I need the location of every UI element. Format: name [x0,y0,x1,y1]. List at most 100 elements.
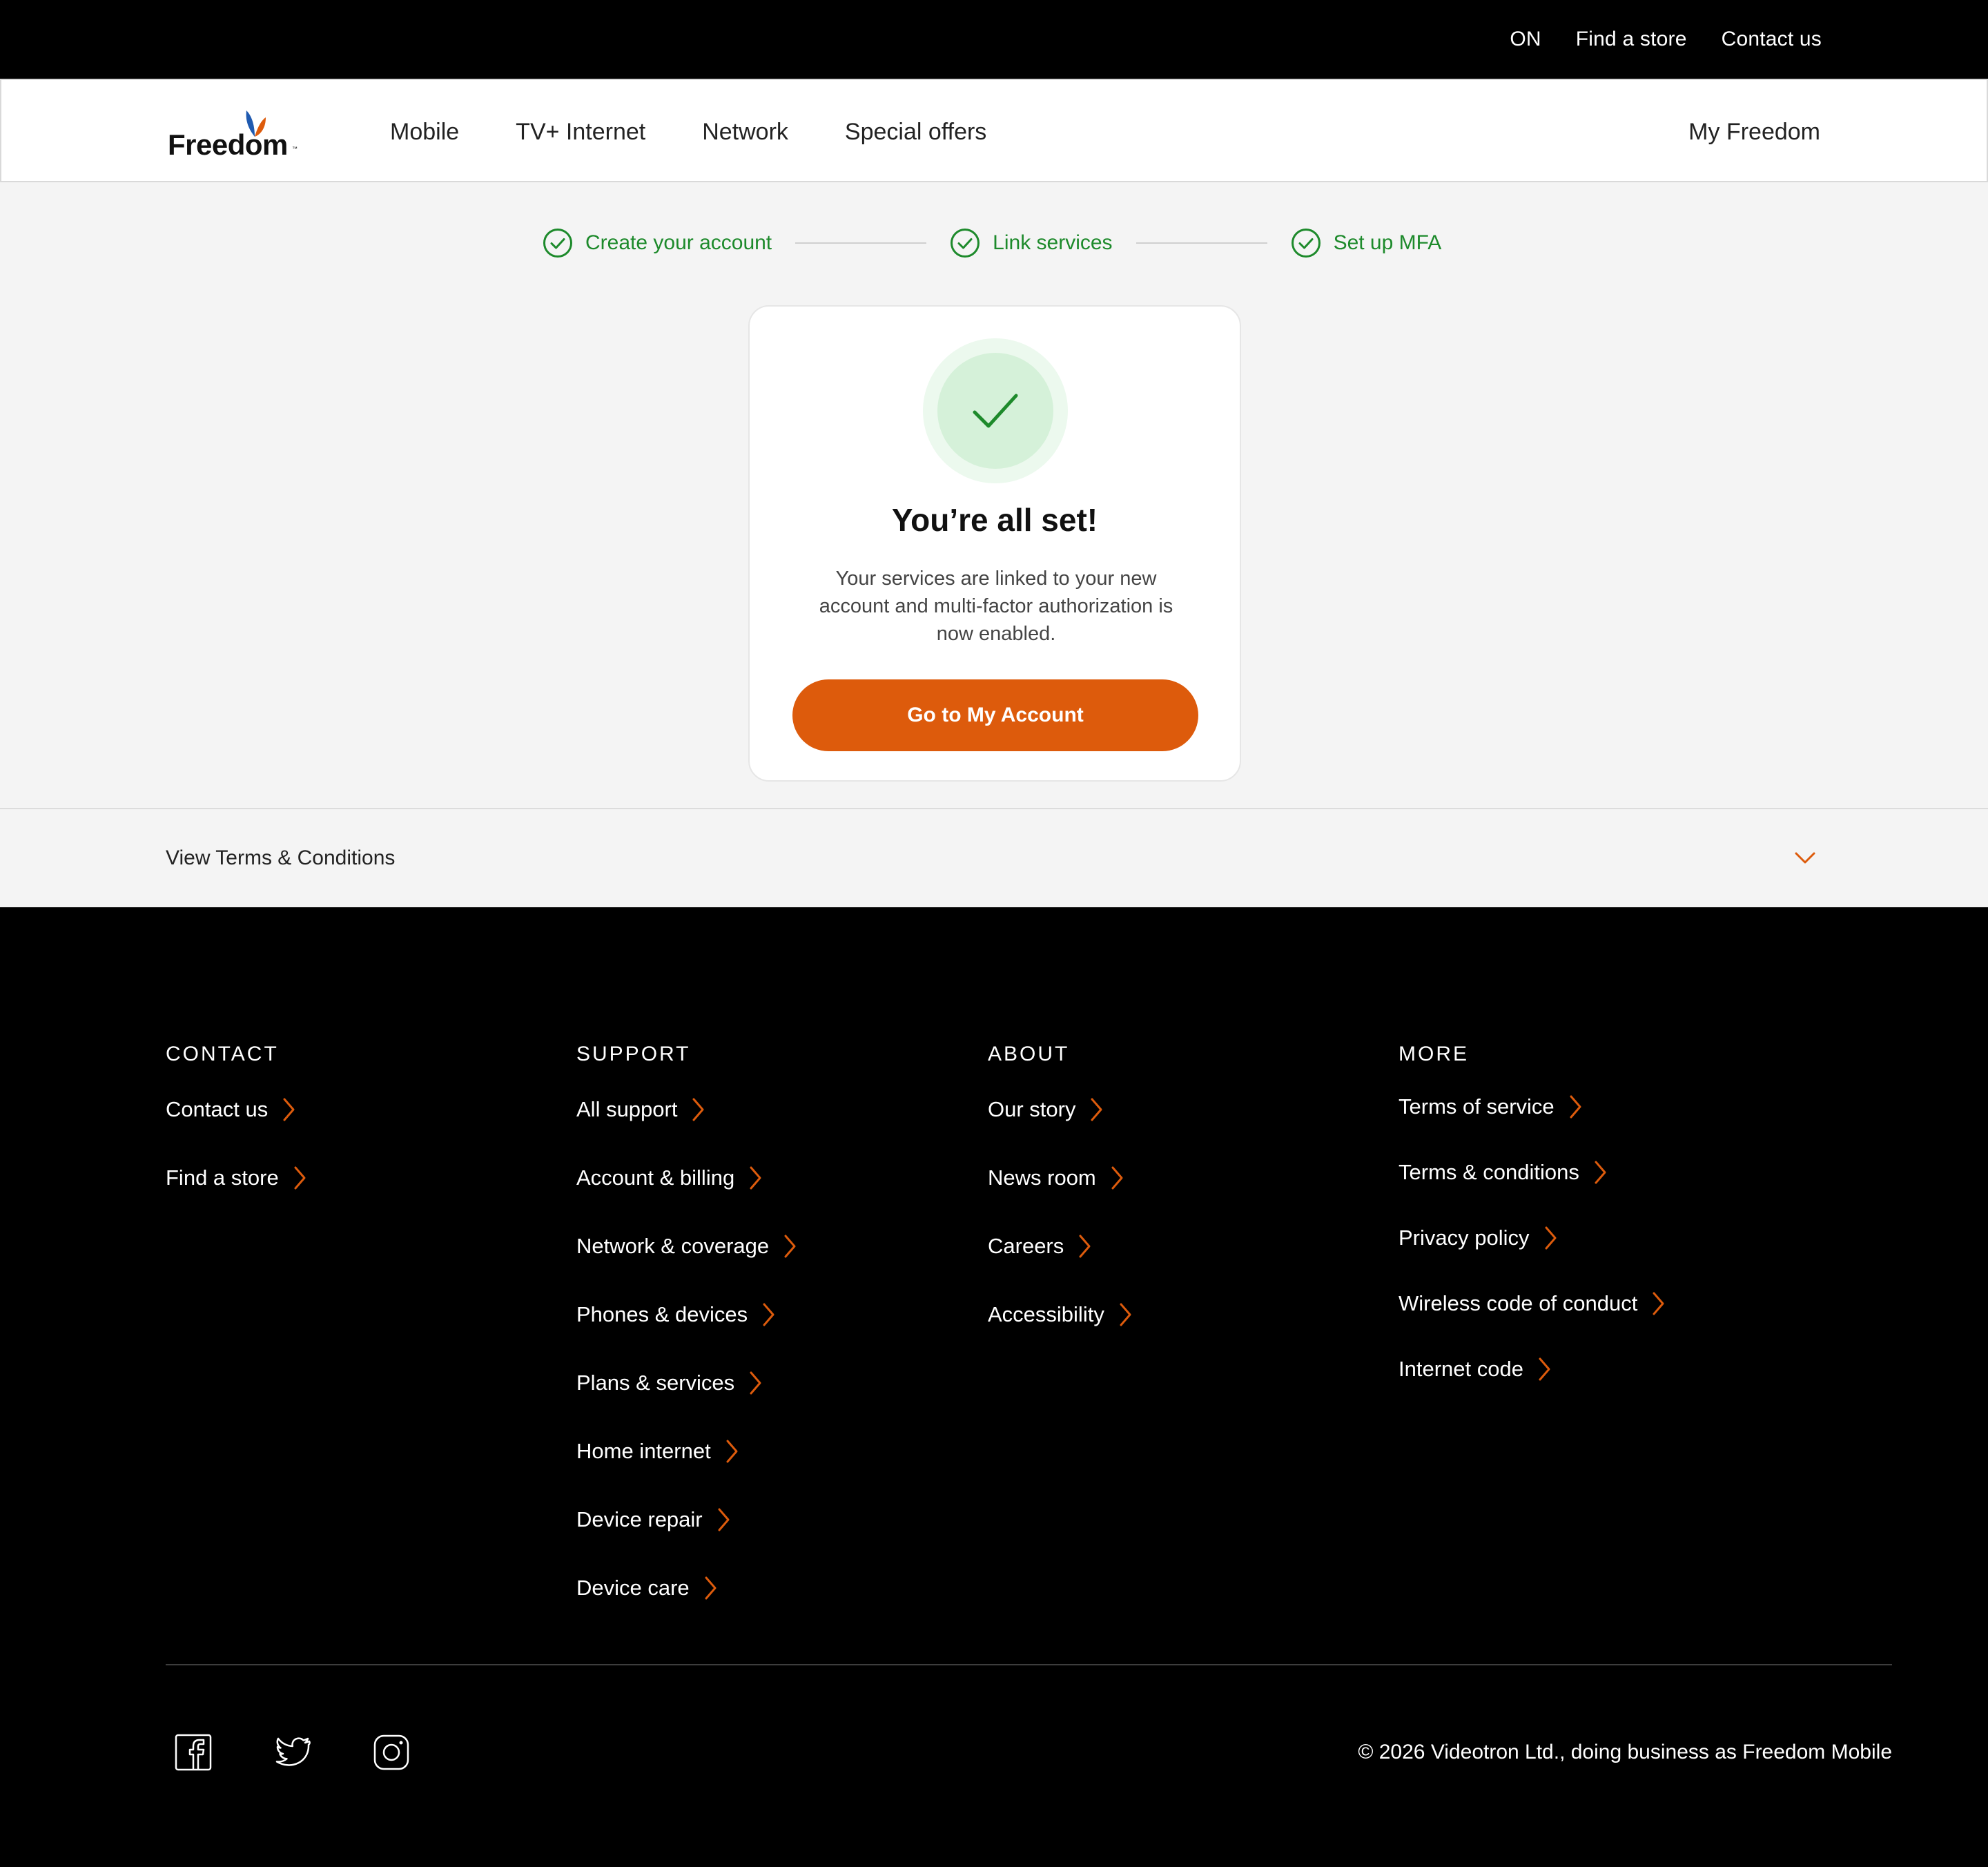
step-link-services: Link services [950,228,1113,258]
chevron-right-icon [705,1576,717,1600]
footer-link-label: All support [576,1097,678,1121]
my-freedom-link[interactable]: My Freedom [1688,80,1820,184]
logo-trademark: ™ [292,146,298,152]
chevron-right-icon [750,1371,761,1395]
footer-link[interactable]: Terms & conditions [1399,1159,1608,1186]
success-badge [923,338,1068,483]
footer-link-label: Network & coverage [576,1234,770,1258]
footer-divider [166,1664,1892,1665]
chevron-right-icon [750,1166,761,1190]
footer-link[interactable]: Find a store [166,1165,308,1191]
footer-link-label: Terms & conditions [1399,1160,1579,1184]
main-content: Create your account Link services Set up… [0,182,1988,808]
chevron-right-icon [1120,1303,1131,1326]
nav-item-network[interactable]: Network [702,119,788,146]
footer-link[interactable]: Contact us [166,1096,297,1123]
footer-link[interactable]: Privacy policy [1399,1225,1559,1251]
footer-link-label: Device care [576,1576,690,1600]
chevron-right-icon [1653,1292,1664,1315]
footer-column-support: SUPPORT All support Account & billing Netw… [576,1043,796,1600]
chevron-right-icon [784,1235,796,1258]
footer-link[interactable]: Home internet [576,1438,740,1464]
twitter-icon[interactable] [272,1732,313,1773]
utility-bar: ON Find a store Contact us [0,0,1988,79]
footer-heading: MORE [1399,1043,1469,1065]
utility-links: ON Find a store Contact us [1510,0,1822,79]
chevron-right-icon [763,1303,774,1326]
chevron-right-icon [718,1508,730,1531]
step-label: Set up MFA [1333,231,1442,254]
progress-stepper: Create your account Link services Set up… [543,228,1441,258]
footer-link-label: Wireless code of conduct [1399,1291,1638,1315]
success-card: You’re all set! Your services are linked… [748,305,1241,782]
footer-link-label: Contact us [166,1097,269,1121]
step-set-up-mfa: Set up MFA [1291,228,1442,258]
nav-item-tv-internet[interactable]: TV+ Internet [516,119,645,146]
footer-link[interactable]: All support [576,1096,706,1123]
footer-link-label: Device repair [576,1507,703,1531]
step-connector [795,242,927,244]
footer-link-label: Accessibility [988,1302,1104,1326]
chevron-right-icon [1570,1095,1581,1119]
footer-link[interactable]: Terms of service [1399,1094,1583,1120]
facebook-icon[interactable] [173,1732,214,1773]
primary-nav: Mobile TV+ Internet Network Special offe… [390,80,986,184]
site-footer: CONTACT Contact us Find a store SUPPORT A… [0,907,1988,1867]
terms-accordion-label: View Terms & Conditions [166,847,396,869]
footer-link-label: Home internet [576,1439,711,1463]
footer-link[interactable]: Wireless code of conduct [1399,1290,1666,1317]
footer-link-label: News room [988,1165,1096,1190]
step-create-account: Create your account [543,228,772,258]
footer-link[interactable]: Network & coverage [576,1233,798,1259]
nav-item-special-offers[interactable]: Special offers [845,119,986,146]
footer-link[interactable]: Our story [988,1096,1104,1123]
footer-heading: SUPPORT [576,1043,691,1065]
footer-link[interactable]: Device care [576,1575,719,1601]
chevron-right-icon [1079,1235,1091,1258]
footer-link-label: Account & billing [576,1165,735,1190]
chevron-down-icon [1795,852,1815,864]
step-label: Link services [993,231,1113,254]
logo-wordmark: Freedom [168,128,288,161]
footer-link-label: Careers [988,1234,1064,1258]
chevron-right-icon [1595,1161,1606,1184]
footer-link-label: Terms of service [1399,1094,1555,1119]
footer-column-contact: CONTACT Contact us Find a store [166,1043,306,1190]
instagram-icon[interactable] [371,1732,412,1773]
footer-link[interactable]: Careers [988,1233,1093,1259]
success-badge-inner [937,353,1053,469]
region-selector[interactable]: ON [1510,28,1541,51]
footer-link[interactable]: Plans & services [576,1370,763,1396]
find-store-link[interactable]: Find a store [1576,28,1687,51]
footer-link[interactable]: News room [988,1165,1125,1191]
freedom-logo[interactable]: Freedom ™ [168,109,299,162]
go-to-my-account-button[interactable]: Go to My Account [792,679,1198,751]
copyright-text: © 2026 Videotron Ltd., doing business as… [1358,1741,1892,1763]
check-icon [973,394,1018,428]
footer-column-about: ABOUT Our story News room Careers Accessibi… [988,1043,1131,1326]
footer-link[interactable]: Account & billing [576,1165,763,1191]
chevron-right-icon [283,1098,295,1121]
success-message: Your services are linked to your new acc… [819,568,1173,645]
footer-link-label: Internet code [1399,1357,1523,1381]
footer-link[interactable]: Accessibility [988,1302,1133,1328]
terms-accordion[interactable]: View Terms & Conditions [0,808,1988,907]
footer-link[interactable]: Internet code [1399,1356,1552,1382]
footer-heading: ABOUT [988,1043,1070,1065]
chevron-right-icon [294,1166,306,1190]
footer-link-label: Phones & devices [576,1302,748,1326]
chevron-right-icon [1111,1166,1123,1190]
check-circle-icon [1291,229,1321,258]
check-circle-icon [543,229,572,258]
success-title: You’re all set! [891,502,1098,538]
footer-link-label: Our story [988,1097,1076,1121]
chevron-right-icon [692,1098,704,1121]
footer-link[interactable]: Phones & devices [576,1302,777,1328]
footer-link[interactable]: Device repair [576,1507,732,1533]
contact-us-link[interactable]: Contact us [1722,28,1822,51]
footer-link-label: Privacy policy [1399,1226,1530,1250]
footer-heading: CONTACT [166,1043,279,1065]
step-label: Create your account [585,231,772,254]
nav-item-mobile[interactable]: Mobile [390,119,459,146]
chevron-right-icon [1539,1357,1550,1381]
